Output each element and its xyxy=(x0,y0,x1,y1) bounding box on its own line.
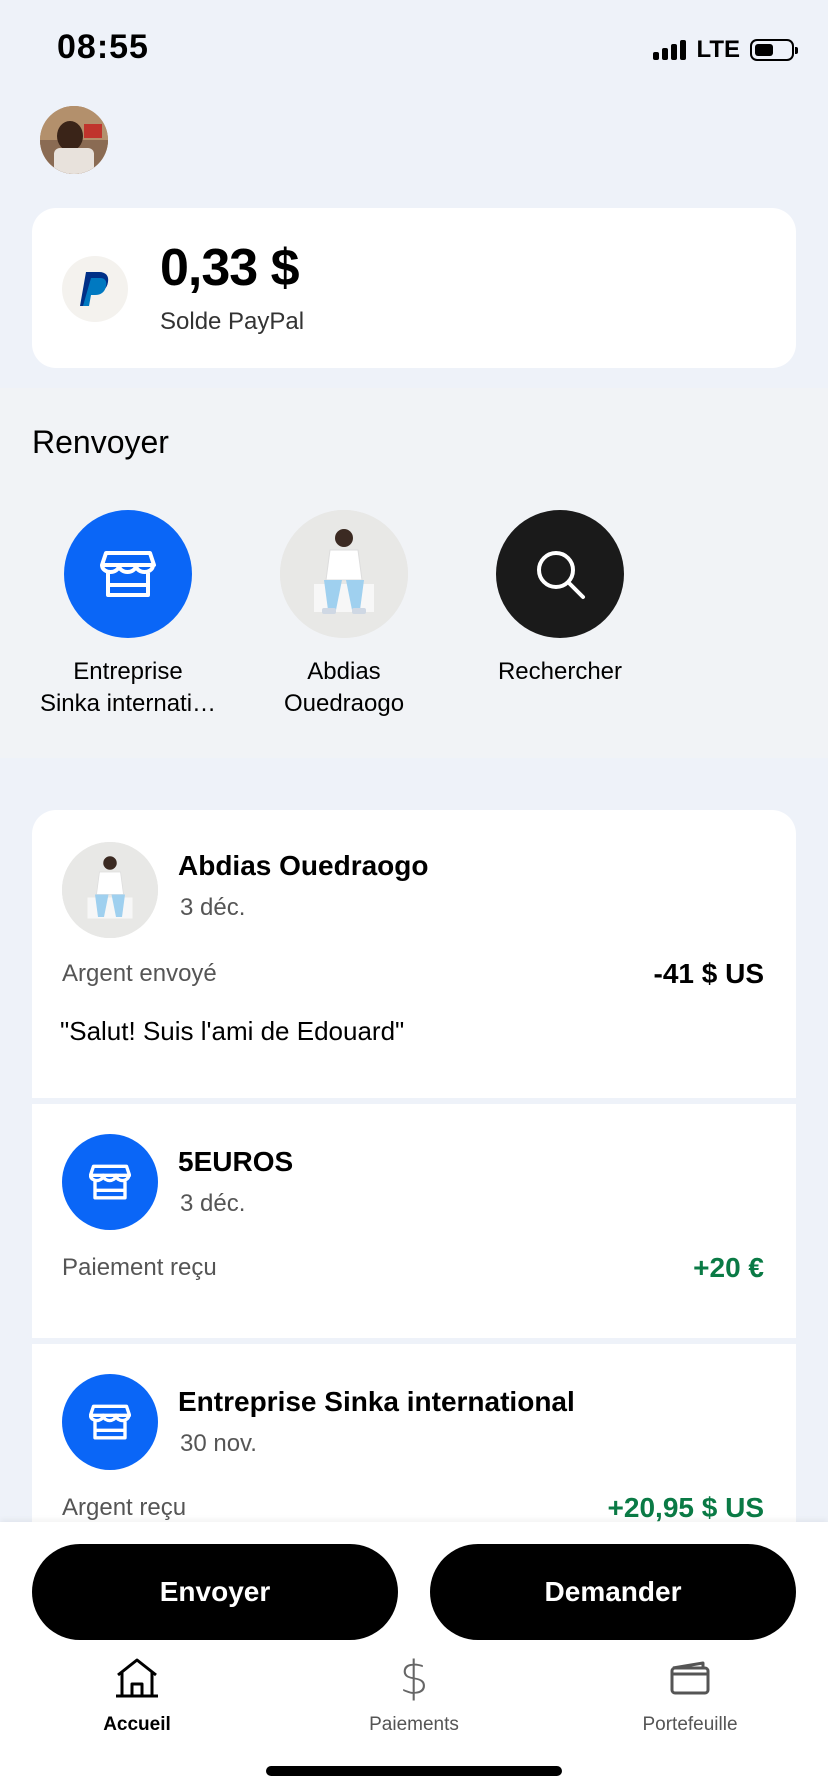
send-button[interactable]: Envoyer xyxy=(32,1544,398,1640)
profile-photo xyxy=(40,106,108,174)
resend-label-line1: Rechercher xyxy=(497,658,623,685)
dollar-icon: $ xyxy=(399,1651,429,1705)
balance-amount: 0,33 $ xyxy=(160,239,300,297)
nav-wallet[interactable]: Portefeuille xyxy=(600,1652,780,1736)
transaction-item[interactable]: Abdias Ouedraogo 3 déc. Argent envoyé -4… xyxy=(32,810,796,1098)
nav-payments[interactable]: $ Paiements xyxy=(324,1651,504,1736)
balance-card[interactable]: 0,33 $ Solde PayPal xyxy=(32,208,796,368)
signal-icon xyxy=(653,40,687,60)
bottom-panel: Envoyer Demander Accueil $ Paiements Por… xyxy=(0,1522,828,1792)
nav-home-label: Accueil xyxy=(103,1714,171,1735)
resend-label-line1: Entreprise xyxy=(73,658,183,685)
contact-avatar xyxy=(62,842,158,938)
transaction-type: Argent envoyé xyxy=(62,960,217,987)
transaction-type: Argent reçu xyxy=(62,1494,187,1521)
battery-icon xyxy=(750,39,798,61)
store-icon xyxy=(62,1134,158,1230)
resend-label-line2: Ouedraogo xyxy=(283,690,405,717)
resend-label-line2: Sinka internati… xyxy=(39,690,217,717)
transaction-note: "Salut! Suis l'ami de Edouard" xyxy=(60,1016,405,1046)
store-icon xyxy=(64,510,192,638)
home-indicator xyxy=(266,1766,562,1776)
transaction-item[interactable]: 5EUROS 3 déc. Paiement reçu +20 € xyxy=(32,1104,796,1338)
status-time: 08:55 xyxy=(57,28,149,66)
balance-label: Solde PayPal xyxy=(160,308,305,335)
resend-section: Renvoyer Entreprise Sinka internati… Abd… xyxy=(0,388,828,758)
store-icon xyxy=(62,1374,158,1470)
nav-wallet-label: Portefeuille xyxy=(642,1714,738,1735)
transaction-amount: +20,95 $ US xyxy=(607,1492,764,1523)
resend-item-abdias[interactable]: Abdias Ouedraogo xyxy=(244,510,444,720)
transaction-name: 5EUROS xyxy=(178,1146,294,1177)
resend-item-sinka[interactable]: Entreprise Sinka internati… xyxy=(28,510,228,720)
transaction-date: 3 déc. xyxy=(180,1190,246,1217)
transaction-date: 30 nov. xyxy=(180,1430,257,1457)
resend-title: Renvoyer xyxy=(32,424,169,460)
request-button[interactable]: Demander xyxy=(430,1544,796,1640)
network-label: LTE xyxy=(696,36,740,63)
search-icon xyxy=(496,510,624,638)
status-indicators: LTE xyxy=(653,36,798,64)
transaction-amount: -41 $ US xyxy=(653,958,765,989)
transaction-amount: +20 € xyxy=(693,1252,764,1283)
paypal-logo-icon xyxy=(62,256,128,322)
transaction-date: 3 déc. xyxy=(180,894,246,921)
contact-avatar xyxy=(280,510,408,638)
nav-home[interactable]: Accueil xyxy=(47,1652,227,1736)
transaction-item[interactable]: Entreprise Sinka international 30 nov. A… xyxy=(32,1344,796,1544)
transaction-name: Abdias Ouedraogo xyxy=(178,850,429,881)
resend-item-search[interactable]: Rechercher xyxy=(460,510,660,688)
nav-payments-label: Paiements xyxy=(369,1714,459,1735)
home-icon xyxy=(47,1652,227,1704)
resend-label-line1: Abdias xyxy=(307,658,381,685)
profile-avatar[interactable] xyxy=(40,106,108,174)
transaction-type: Paiement reçu xyxy=(62,1254,217,1281)
wallet-icon xyxy=(600,1652,780,1704)
transaction-name: Entreprise Sinka international xyxy=(178,1386,575,1417)
